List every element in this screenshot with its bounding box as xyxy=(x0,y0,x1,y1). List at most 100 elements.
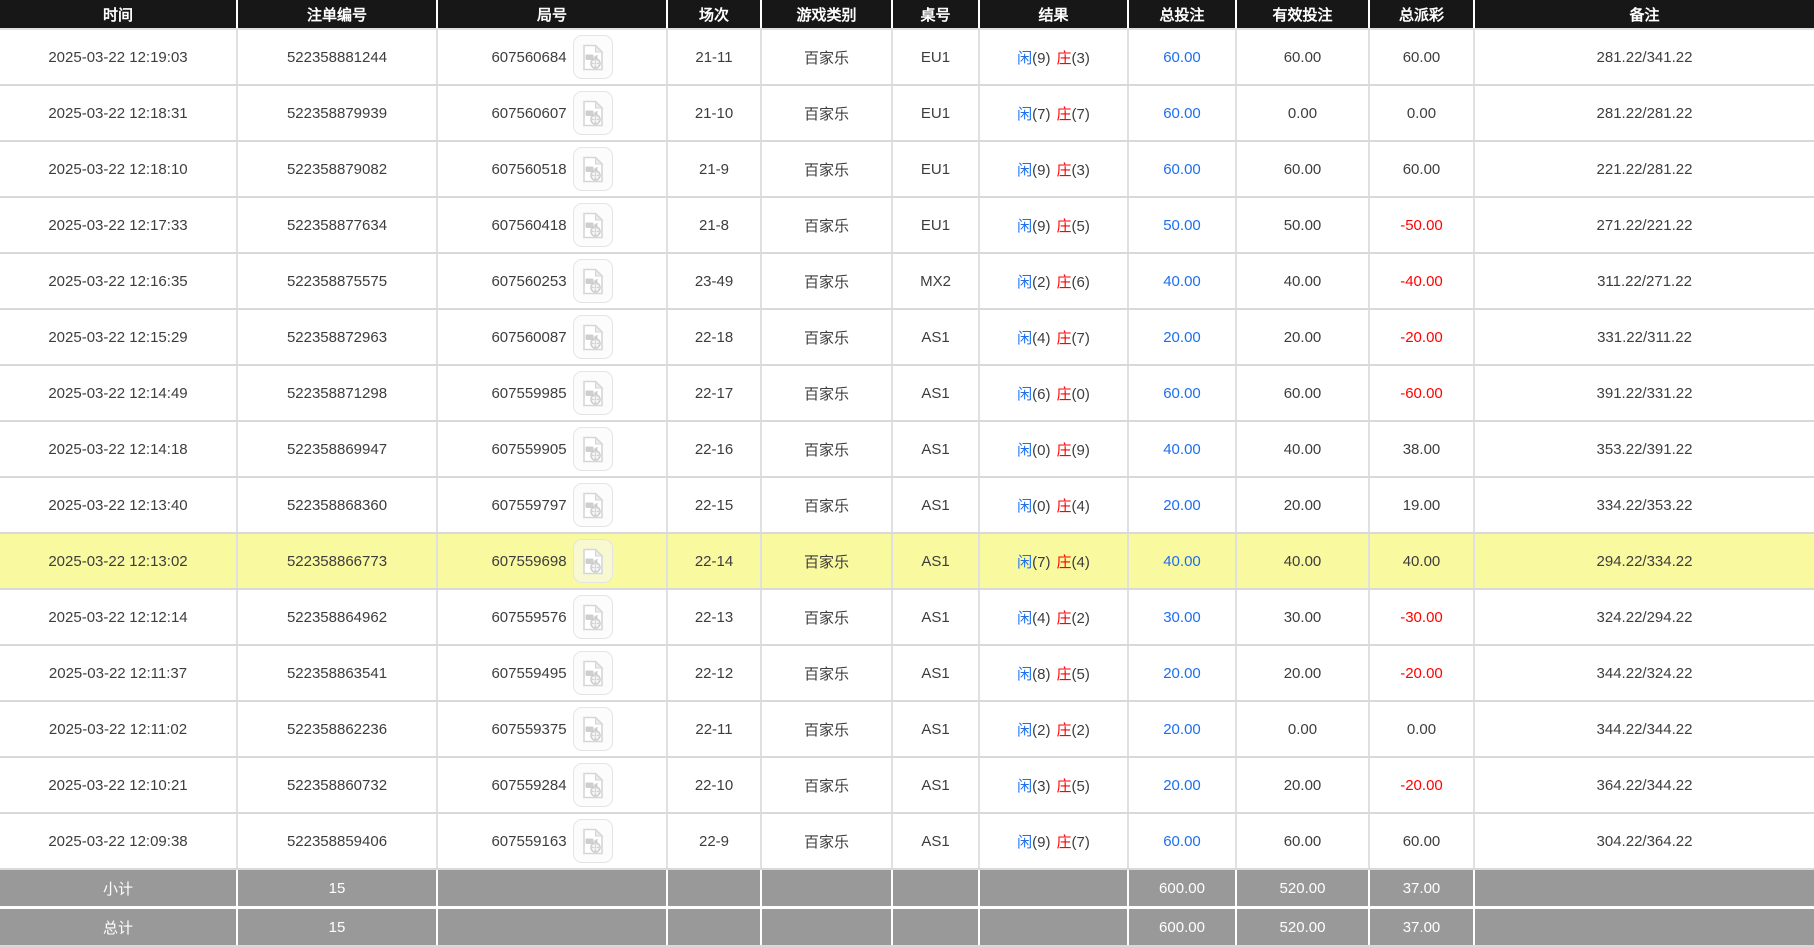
round-number-text: 607560518 xyxy=(491,160,567,178)
cell-round-number: 607559797 xyxy=(437,477,668,534)
table-header-row: 时间 注单编号 局号 场次 游戏类别 桌号 结果 总投注 有效投注 总派彩 备注 xyxy=(0,0,1814,30)
video-replay-button[interactable] xyxy=(572,427,613,471)
cell-time: 2025-03-22 12:19:03 xyxy=(0,29,238,86)
video-replay-button[interactable] xyxy=(572,35,613,79)
video-replay-button[interactable] xyxy=(572,651,613,695)
video-replay-button[interactable] xyxy=(572,763,613,807)
summary-empty-game-type xyxy=(761,906,893,947)
player-result: 闲(2) xyxy=(1017,273,1051,291)
table-row: 2025-03-22 12:14:49 522358871298 6075599… xyxy=(0,365,1814,422)
round-number-text: 607560253 xyxy=(491,272,567,290)
table-row: 2025-03-22 12:18:31 522358879939 6075606… xyxy=(0,85,1814,142)
cell-table-number: AS1 xyxy=(892,757,980,814)
cell-session: 22-15 xyxy=(667,477,762,534)
cell-remark: 344.22/324.22 xyxy=(1474,645,1814,702)
video-replay-button[interactable] xyxy=(572,147,613,191)
summary-empty-result xyxy=(979,868,1129,908)
player-result: 闲(3) xyxy=(1017,777,1051,795)
summary-valid-bet: 520.00 xyxy=(1236,868,1370,908)
cell-bet-number: 522358881244 xyxy=(237,29,438,86)
player-result: 闲(0) xyxy=(1017,497,1051,515)
banker-result: 庄(5) xyxy=(1056,217,1090,235)
cell-table-number: EU1 xyxy=(892,197,980,254)
cell-valid-bet: 0.00 xyxy=(1236,701,1370,758)
video-replay-button[interactable] xyxy=(572,595,613,639)
cell-time: 2025-03-22 12:18:10 xyxy=(0,141,238,198)
video-file-icon xyxy=(582,267,603,294)
cell-payout: -40.00 xyxy=(1369,253,1475,310)
cell-result: 闲(7) 庄(4) xyxy=(979,533,1129,590)
cell-result: 闲(0) 庄(9) xyxy=(979,421,1129,478)
cell-payout: 0.00 xyxy=(1369,85,1475,142)
cell-total-bet: 60.00 xyxy=(1128,29,1237,86)
summary-empty-session xyxy=(667,868,762,908)
cell-bet-number: 522358868360 xyxy=(237,477,438,534)
cell-table-number: AS1 xyxy=(892,645,980,702)
video-replay-button[interactable] xyxy=(572,203,613,247)
banker-result: 庄(4) xyxy=(1056,497,1090,515)
cell-remark: 331.22/311.22 xyxy=(1474,309,1814,366)
table-row: 2025-03-22 12:16:35 522358875575 6075602… xyxy=(0,253,1814,310)
cell-table-number: EU1 xyxy=(892,85,980,142)
summary-empty-session xyxy=(667,906,762,947)
player-result: 闲(2) xyxy=(1017,721,1051,739)
column-header: 总投注 xyxy=(1128,0,1237,30)
cell-table-number: AS1 xyxy=(892,365,980,422)
cell-remark: 324.22/294.22 xyxy=(1474,589,1814,646)
cell-session: 22-18 xyxy=(667,309,762,366)
cell-total-bet: 40.00 xyxy=(1128,533,1237,590)
cell-time: 2025-03-22 12:11:37 xyxy=(0,645,238,702)
cell-round-number: 607560253 xyxy=(437,253,668,310)
cell-valid-bet: 60.00 xyxy=(1236,813,1370,870)
cell-table-number: AS1 xyxy=(892,701,980,758)
summary-empty-table-number xyxy=(892,906,980,947)
cell-game-type: 百家乐 xyxy=(761,365,893,422)
cell-table-number: AS1 xyxy=(892,477,980,534)
video-replay-button[interactable] xyxy=(572,259,613,303)
cell-game-type: 百家乐 xyxy=(761,589,893,646)
cell-table-number: AS1 xyxy=(892,309,980,366)
round-number-text: 607560087 xyxy=(491,328,567,346)
banker-result: 庄(7) xyxy=(1056,105,1090,123)
cell-bet-number: 522358864962 xyxy=(237,589,438,646)
table-row: 2025-03-22 12:13:40 522358868360 6075597… xyxy=(0,477,1814,534)
cell-game-type: 百家乐 xyxy=(761,477,893,534)
video-file-icon xyxy=(582,715,603,742)
video-replay-button[interactable] xyxy=(572,371,613,415)
cell-game-type: 百家乐 xyxy=(761,645,893,702)
cell-payout: 0.00 xyxy=(1369,701,1475,758)
summary-payout: 37.00 xyxy=(1369,868,1475,908)
cell-time: 2025-03-22 12:18:31 xyxy=(0,85,238,142)
cell-game-type: 百家乐 xyxy=(761,29,893,86)
video-replay-button[interactable] xyxy=(572,819,613,863)
video-replay-button[interactable] xyxy=(572,315,613,359)
table-footer: 小计 15 600.00 520.00 37.00 总计 15 600.00 5… xyxy=(0,868,1814,947)
column-header: 有效投注 xyxy=(1236,0,1370,30)
cell-time: 2025-03-22 12:13:40 xyxy=(0,477,238,534)
table-row: 2025-03-22 12:18:10 522358879082 6075605… xyxy=(0,141,1814,198)
cell-result: 闲(9) 庄(3) xyxy=(979,29,1129,86)
cell-payout: 60.00 xyxy=(1369,29,1475,86)
video-replay-button[interactable] xyxy=(572,91,613,135)
video-replay-button[interactable] xyxy=(572,539,613,583)
cell-remark: 221.22/281.22 xyxy=(1474,141,1814,198)
cell-valid-bet: 30.00 xyxy=(1236,589,1370,646)
video-replay-button[interactable] xyxy=(572,483,613,527)
column-header: 游戏类别 xyxy=(761,0,893,30)
round-number-text: 607559375 xyxy=(491,720,567,738)
table-row: 2025-03-22 12:12:14 522358864962 6075595… xyxy=(0,589,1814,646)
cell-result: 闲(2) 庄(6) xyxy=(979,253,1129,310)
cell-remark: 311.22/271.22 xyxy=(1474,253,1814,310)
cell-payout: 40.00 xyxy=(1369,533,1475,590)
cell-round-number: 607559284 xyxy=(437,757,668,814)
column-header: 时间 xyxy=(0,0,238,30)
cell-bet-number: 522358863541 xyxy=(237,645,438,702)
cell-bet-number: 522358862236 xyxy=(237,701,438,758)
round-number-text: 607559905 xyxy=(491,440,567,458)
video-replay-button[interactable] xyxy=(572,707,613,751)
player-result: 闲(9) xyxy=(1017,217,1051,235)
cell-game-type: 百家乐 xyxy=(761,757,893,814)
cell-round-number: 607560607 xyxy=(437,85,668,142)
cell-total-bet: 60.00 xyxy=(1128,365,1237,422)
summary-payout: 37.00 xyxy=(1369,906,1475,947)
